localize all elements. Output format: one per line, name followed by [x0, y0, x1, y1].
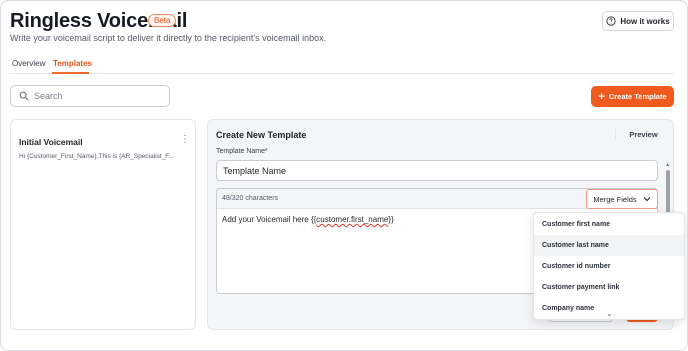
- merge-fields-button[interactable]: Merge Fields: [586, 189, 658, 209]
- template-card[interactable]: Initial Voicemail ⋮ Hi {Customer_First_N…: [10, 119, 196, 330]
- how-it-works-label: How it works: [620, 16, 670, 26]
- plus-icon: +: [598, 90, 605, 103]
- message-text-prefix: Add your Voicemail here {{: [222, 215, 317, 224]
- merge-field-option[interactable]: Customer first name: [534, 214, 684, 235]
- search-box[interactable]: [10, 85, 170, 107]
- editor-title: Create New Template: [216, 130, 307, 140]
- chevron-down-icon[interactable]: ⌄: [606, 309, 613, 318]
- active-tab-indicator: [52, 72, 89, 74]
- merge-field-option[interactable]: Customer payment link: [534, 277, 684, 298]
- create-template-label: Create Template: [608, 92, 667, 101]
- merge-fields-dropdown: Customer first name Customer last name C…: [533, 212, 685, 320]
- app-frame: Ringless Voicemail Beta Write your voice…: [0, 0, 688, 351]
- message-textarea[interactable]: Add your Voicemail here {{customer.first…: [222, 215, 394, 224]
- character-count: 48/320 characters: [222, 195, 279, 202]
- template-name-input[interactable]: Template Name: [216, 160, 658, 181]
- merge-field-option[interactable]: Customer id number: [534, 256, 684, 277]
- create-template-button[interactable]: + Create Template: [591, 86, 674, 107]
- tab-overview[interactable]: Overview: [12, 59, 45, 68]
- search-icon: [19, 91, 29, 101]
- tab-templates[interactable]: Templates: [53, 59, 92, 68]
- scroll-up-icon[interactable]: ▲: [665, 162, 670, 168]
- merge-fields-label: Merge Fields: [593, 194, 637, 204]
- chevron-down-icon: [643, 197, 651, 202]
- merge-token: customer.first_name: [316, 215, 389, 224]
- beta-badge: Beta: [148, 14, 177, 27]
- message-text-suffix: }}: [388, 215, 394, 224]
- more-options-icon[interactable]: ⋮: [180, 135, 190, 145]
- how-it-works-button[interactable]: How it works: [602, 11, 674, 31]
- page-subtitle: Write your voicemail script to deliver i…: [10, 33, 327, 43]
- template-title: Initial Voicemail: [19, 137, 83, 147]
- merge-field-option[interactable]: Customer last name: [534, 235, 684, 256]
- tab-bar: Overview Templates: [10, 57, 674, 74]
- message-toolbar: 48/320 characters Merge Fields: [217, 189, 658, 209]
- search-input[interactable]: [34, 91, 154, 101]
- template-preview-text: Hi {Customer_First_Name},This is {AR_Spe…: [19, 153, 174, 160]
- template-name-label: Template Name*: [216, 148, 268, 155]
- preview-button[interactable]: Preview: [615, 126, 671, 142]
- question-circle-icon: [606, 16, 616, 26]
